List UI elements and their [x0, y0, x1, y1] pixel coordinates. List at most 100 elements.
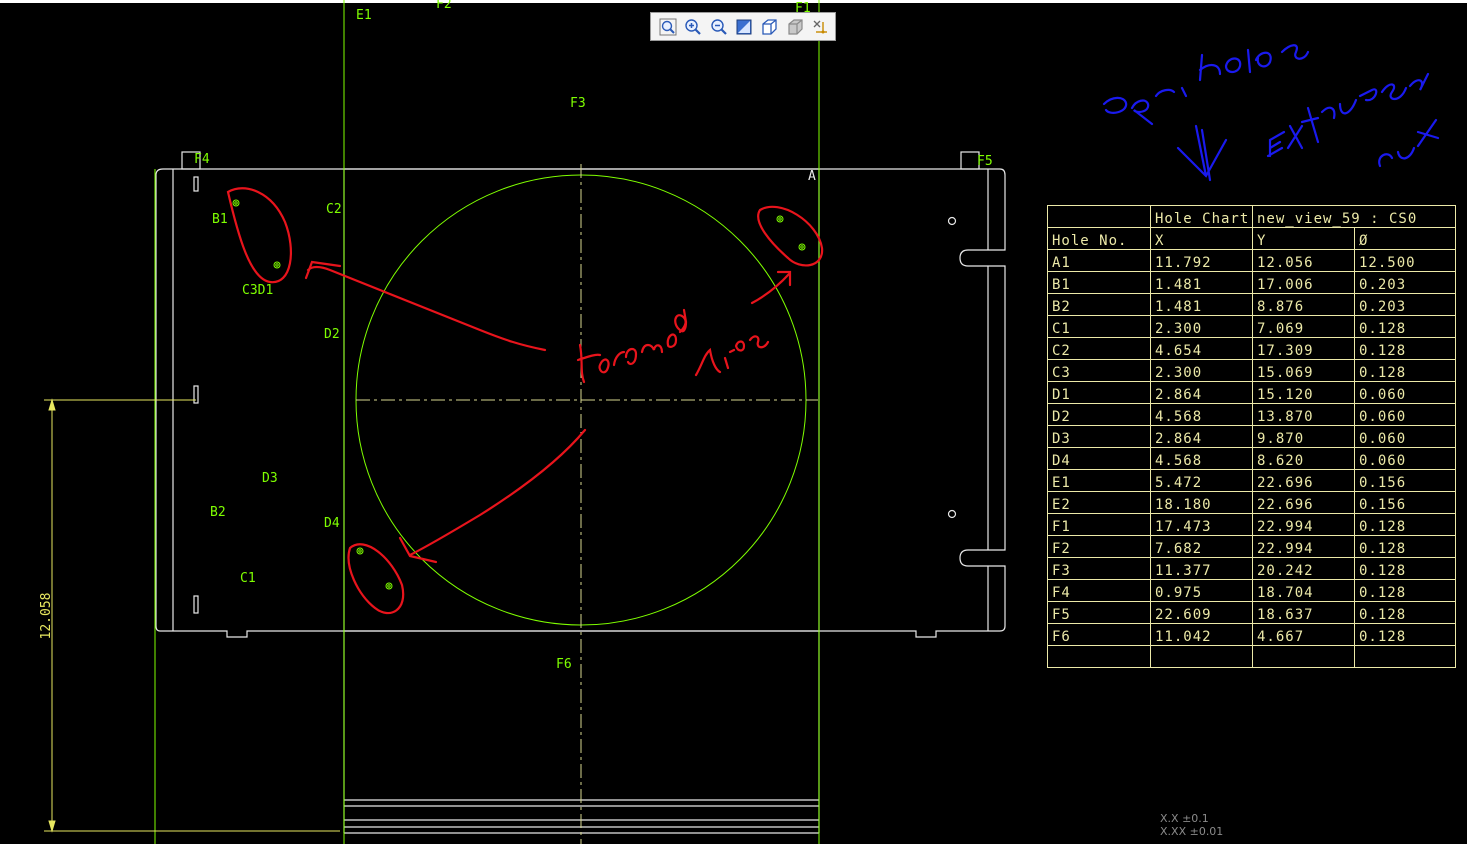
y-cell: 22.696 [1252, 491, 1355, 514]
tolerance-line-2: X.XX ±0.01 [1160, 825, 1224, 838]
diameter-cell: 0.128 [1354, 513, 1456, 536]
datum-icon [813, 20, 828, 33]
diameter-cell: 0.128 [1354, 315, 1456, 338]
hole-id-cell: C1 [1047, 315, 1151, 338]
hole-id-cell: B2 [1047, 293, 1151, 316]
x-cell: 2.300 [1150, 359, 1253, 382]
hole-chart-table: Hole Chart new_view_59 : CS0 Hole No. X … [1047, 205, 1456, 668]
diameter-cell: 0.060 [1354, 403, 1456, 426]
y-cell: 12.056 [1252, 249, 1355, 272]
table-row: F6 11.042 4.667 0.128 [1047, 623, 1456, 646]
diameter-cell: 0.156 [1354, 469, 1456, 492]
table-row: C2 4.654 17.309 0.128 [1047, 337, 1456, 360]
table-row: B2 1.481 8.876 0.203 [1047, 293, 1456, 316]
hole-label-f2: F2 [436, 0, 452, 12]
x-cell: 1.481 [1150, 293, 1253, 316]
hole-id-cell: F5 [1047, 601, 1151, 624]
x-cell: 11.792 [1150, 249, 1253, 272]
repaint-button[interactable] [733, 16, 754, 38]
zoom-in-button[interactable] [682, 16, 703, 38]
diameter-cell: 0.060 [1354, 447, 1456, 470]
diameter-cell: 12.500 [1354, 249, 1456, 272]
hole-label-b2: B2 [210, 505, 226, 520]
hole-label-f3: F3 [570, 96, 586, 111]
zoom-fit-button[interactable] [657, 16, 678, 38]
y-cell: 17.006 [1252, 271, 1355, 294]
header-hole-no: Hole No. [1047, 227, 1151, 250]
x-cell: 4.568 [1150, 403, 1253, 426]
hole-label-f4: F4 [194, 152, 210, 167]
hole-id-cell: B1 [1047, 271, 1151, 294]
hole-id-cell: F2 [1047, 535, 1151, 558]
header-diameter: Ø [1354, 227, 1456, 250]
y-cell: 20.242 [1252, 557, 1355, 580]
hole-chart-title-row: Hole Chart new_view_59 : CS0 [1047, 205, 1456, 228]
diameter-cell: 0.128 [1354, 337, 1456, 360]
diameter-cell: 0.128 [1354, 557, 1456, 580]
hole-id-cell: C3 [1047, 359, 1151, 382]
diameter-cell: 0.128 [1354, 601, 1456, 624]
hole-chart-title: Hole Chart [1150, 205, 1253, 228]
hole-label-f5: F5 [977, 154, 993, 169]
y-cell: 9.870 [1252, 425, 1355, 448]
x-cell: 5.472 [1150, 469, 1253, 492]
diameter-cell: 0.128 [1354, 579, 1456, 602]
empty-cell [1047, 645, 1151, 668]
x-cell: 2.864 [1150, 425, 1253, 448]
dimension-value: 12.058 [39, 593, 54, 640]
hole-chart-header-row: Hole No. X Y Ø [1047, 227, 1456, 250]
table-row: A1 11.792 12.056 12.500 [1047, 249, 1456, 272]
saved-views-button[interactable] [784, 16, 805, 38]
x-cell: 17.473 [1150, 513, 1253, 536]
y-cell: 17.309 [1252, 337, 1355, 360]
y-cell: 7.069 [1252, 315, 1355, 338]
hole-label-d2: D2 [324, 327, 340, 342]
y-cell: 4.667 [1252, 623, 1355, 646]
diameter-cell: 0.128 [1354, 623, 1456, 646]
x-cell: 11.377 [1150, 557, 1253, 580]
diameter-cell: 0.060 [1354, 425, 1456, 448]
hole-id-cell: D1 [1047, 381, 1151, 404]
empty-cell [1354, 645, 1456, 668]
diameter-cell: 0.203 [1354, 293, 1456, 316]
tolerance-line-1: X.X ±0.1 [1160, 812, 1209, 825]
hole-id-cell: E2 [1047, 491, 1151, 514]
zoom-in-icon [685, 18, 701, 35]
zoom-fit-icon [659, 18, 677, 35]
table-row: C1 2.300 7.069 0.128 [1047, 315, 1456, 338]
hole-id-cell: E1 [1047, 469, 1151, 492]
diameter-cell: 0.203 [1354, 271, 1456, 294]
hole-label-c1: C1 [240, 571, 256, 586]
display-style-button[interactable] [759, 16, 780, 38]
table-row: E2 18.180 22.696 0.156 [1047, 491, 1456, 514]
repaint-icon [736, 19, 752, 34]
header-x: X [1150, 227, 1253, 250]
y-cell: 18.704 [1252, 579, 1355, 602]
table-row: C3 2.300 15.069 0.128 [1047, 359, 1456, 382]
y-cell: 15.069 [1252, 359, 1355, 382]
diameter-cell: 0.156 [1354, 491, 1456, 514]
hole-id-cell: F3 [1047, 557, 1151, 580]
y-cell: 22.994 [1252, 513, 1355, 536]
dimension-12058 [44, 398, 340, 833]
datum-display-button[interactable] [810, 16, 831, 38]
hole-id-cell: D4 [1047, 447, 1151, 470]
zoom-out-button[interactable] [708, 16, 729, 38]
x-cell: 4.654 [1150, 337, 1253, 360]
x-cell: 11.042 [1150, 623, 1253, 646]
hole-labels: E1 F2 F1 F3 F4 F5 A B1 C2 C3D1 D2 D3 B2 … [194, 0, 993, 672]
table-row: F5 22.609 18.637 0.128 [1047, 601, 1456, 624]
table-row: D3 2.864 9.870 0.060 [1047, 425, 1456, 448]
tolerance-note: X.X ±0.1 X.XX ±0.01 [1160, 812, 1223, 838]
table-row: D4 4.568 8.620 0.060 [1047, 447, 1456, 470]
empty-cell [1252, 645, 1355, 668]
table-row: D2 4.568 13.870 0.060 [1047, 403, 1456, 426]
table-row: F3 11.377 20.242 0.128 [1047, 557, 1456, 580]
hole-label-d4: D4 [324, 516, 340, 531]
diameter-cell: 0.060 [1354, 381, 1456, 404]
x-cell: 22.609 [1150, 601, 1253, 624]
table-row: F1 17.473 22.994 0.128 [1047, 513, 1456, 536]
hole-id-cell: D3 [1047, 425, 1151, 448]
hole-label-f6: F6 [556, 657, 572, 672]
empty-cell [1150, 645, 1253, 668]
